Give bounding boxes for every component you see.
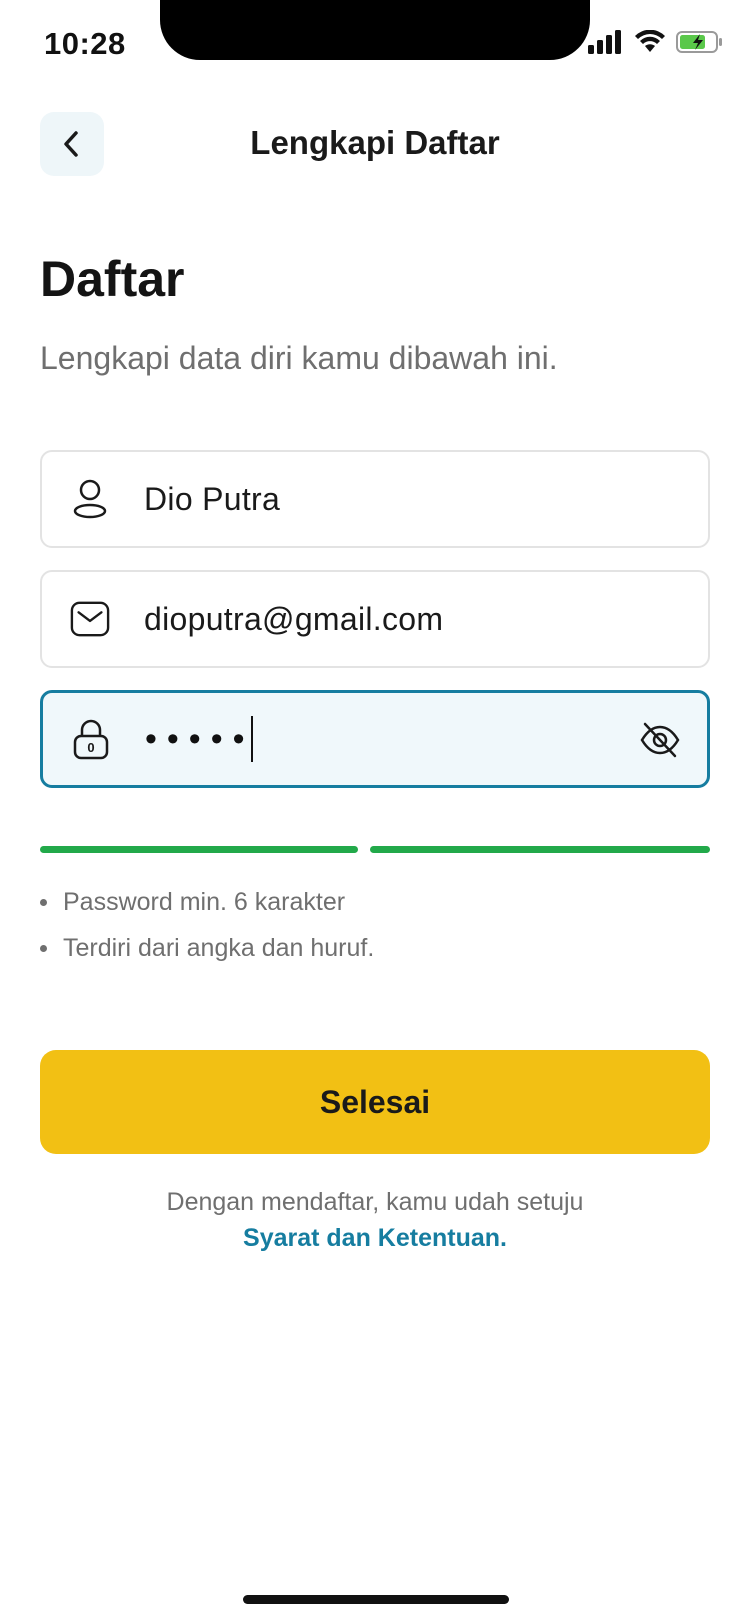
mail-icon bbox=[70, 599, 110, 639]
status-time: 10:28 bbox=[44, 26, 126, 61]
email-field[interactable]: dioputra@gmail.com bbox=[40, 570, 710, 668]
user-icon bbox=[70, 479, 110, 519]
strength-bar-segment-2 bbox=[370, 846, 710, 853]
password-field[interactable]: 0 ••••• bbox=[40, 690, 710, 788]
name-field[interactable]: Dio Putra bbox=[40, 450, 710, 548]
signal-icon bbox=[588, 30, 621, 54]
name-value: Dio Putra bbox=[144, 480, 281, 517]
password-value: ••••• bbox=[145, 716, 253, 762]
password-hint: Terdiri dari angka dan huruf. bbox=[40, 934, 374, 963]
email-value: dioputra@gmail.com bbox=[144, 600, 444, 637]
password-hint: Password min. 6 karakter bbox=[40, 888, 345, 917]
password-hint-text: Password min. 6 karakter bbox=[63, 888, 346, 916]
eye-off-icon[interactable] bbox=[639, 720, 681, 760]
lock-label: 0 bbox=[87, 740, 95, 755]
strength-bar-segment-1 bbox=[40, 846, 358, 853]
bullet bbox=[40, 899, 47, 906]
bullet bbox=[40, 945, 47, 952]
page-subtitle: Lengkapi data diri kamu dibawah ini. bbox=[40, 340, 558, 376]
text-caret bbox=[250, 716, 253, 762]
status-bar: 10:28 bbox=[0, 0, 750, 90]
wifi-icon bbox=[635, 30, 665, 52]
terms-link[interactable]: Syarat dan Ketentuan. bbox=[0, 1224, 750, 1253]
header-title: Lengkapi Daftar bbox=[250, 124, 500, 161]
home-indicator[interactable] bbox=[243, 1595, 509, 1604]
password-hint-text: Terdiri dari angka dan huruf. bbox=[63, 934, 375, 962]
status-icons bbox=[588, 30, 724, 54]
page-heading: Daftar bbox=[40, 251, 185, 307]
battery-charging-icon bbox=[676, 31, 722, 53]
submit-button[interactable]: Selesai bbox=[40, 1050, 710, 1154]
password-mask: ••••• bbox=[145, 719, 255, 758]
terms-text: Dengan mendaftar, kamu udah setuju bbox=[166, 1188, 584, 1216]
lock-icon: 0 bbox=[71, 719, 111, 760]
device-notch bbox=[160, 0, 590, 60]
